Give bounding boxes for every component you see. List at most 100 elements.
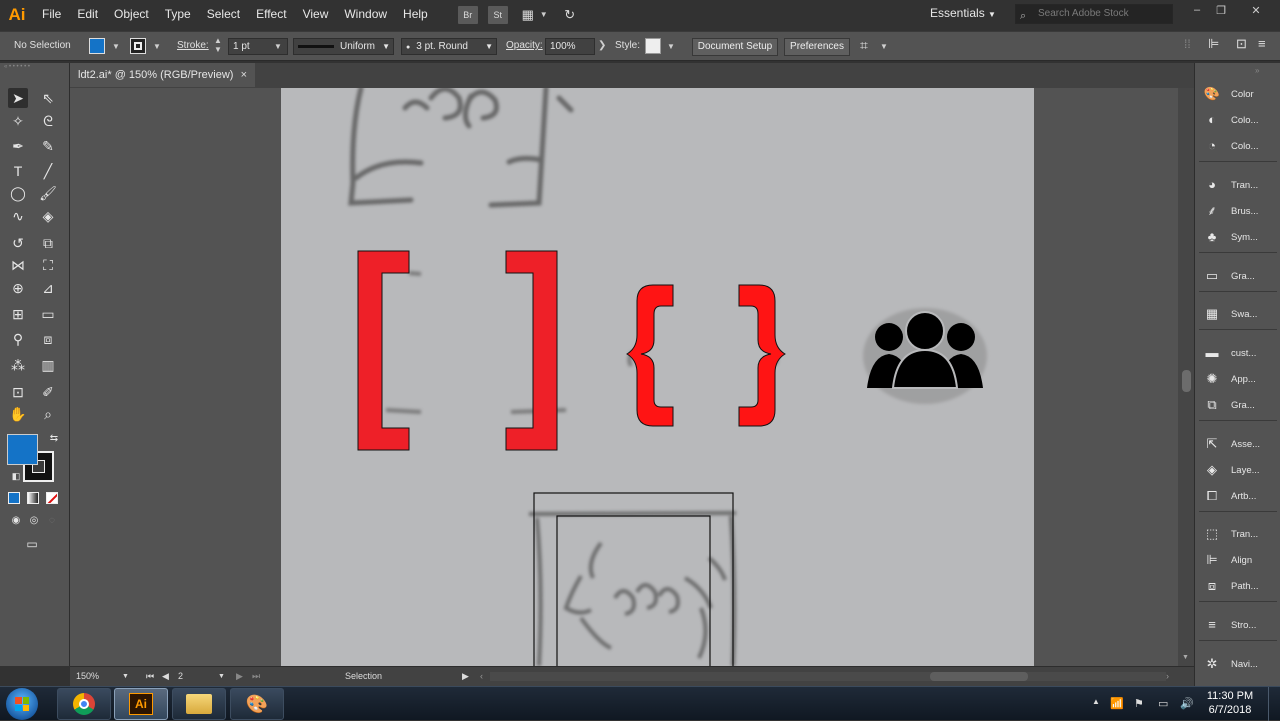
brush-definition[interactable]: ● 3 pt. Round ▼ bbox=[401, 38, 497, 55]
scrollbar-thumb[interactable] bbox=[1182, 370, 1191, 392]
dock-pathfinder[interactable]: ⧈ Path... bbox=[1203, 575, 1280, 597]
show-hidden-icons[interactable]: ▲ bbox=[1092, 697, 1100, 706]
eraser-tool-icon[interactable]: ◈ bbox=[38, 206, 58, 226]
color-mode-button[interactable] bbox=[8, 492, 20, 504]
dock-transparency[interactable]: ◕ Tran... bbox=[1203, 174, 1280, 196]
width-tool-icon[interactable]: ⋈ bbox=[8, 255, 28, 275]
horizontal-scrollbar-thumb[interactable] bbox=[930, 672, 1028, 681]
arrange-documents-icon[interactable]: ▦ bbox=[518, 6, 538, 24]
dock-color[interactable]: 🎨 Color bbox=[1203, 83, 1280, 105]
dock-align[interactable]: ⊫ Align bbox=[1203, 549, 1280, 571]
opacity-field[interactable]: 100% bbox=[545, 38, 595, 55]
panel-menu-icon[interactable]: ≡ bbox=[1258, 36, 1266, 51]
previous-artboard-icon[interactable]: ◀ bbox=[162, 671, 169, 682]
system-clock[interactable]: 11:30 PM 6/7/2018 bbox=[1200, 689, 1260, 717]
stroke-stepper-icon[interactable]: ▲ ▼ bbox=[214, 36, 222, 54]
panel-grip[interactable]: « • • • • • • bbox=[4, 64, 64, 70]
shaper-tool-icon[interactable]: ∿ bbox=[8, 206, 28, 226]
menu-effect[interactable]: Effect bbox=[248, 0, 294, 29]
dock-navigator[interactable]: ✲ Navi... bbox=[1203, 653, 1280, 675]
free-transform-tool-icon[interactable]: ⛶ bbox=[38, 255, 58, 275]
artboard[interactable] bbox=[281, 88, 1034, 666]
paint-taskbar-button[interactable]: 🎨 bbox=[230, 688, 284, 720]
rotate-tool-icon[interactable]: ↺ bbox=[8, 233, 28, 253]
network-icon[interactable]: 📶 bbox=[1110, 697, 1124, 710]
dock-layers[interactable]: ◈ Laye... bbox=[1203, 459, 1280, 481]
pen-tool-icon[interactable]: ✒ bbox=[8, 136, 28, 156]
opacity-label[interactable]: Opacity: bbox=[506, 40, 543, 51]
symbol-sprayer-tool-icon[interactable]: ⁂ bbox=[8, 355, 28, 375]
selection-tool-icon[interactable]: ➤ bbox=[8, 88, 28, 108]
explorer-taskbar-button[interactable] bbox=[172, 688, 226, 720]
stroke-dropdown-icon[interactable]: ▼ bbox=[153, 42, 161, 51]
default-fill-stroke-icon[interactable]: ◧ bbox=[6, 466, 26, 486]
workspace-switcher[interactable]: Essentials ▼ bbox=[930, 6, 996, 20]
arrange-icon[interactable]: ⌗ bbox=[860, 37, 868, 54]
collapse-dock-icon[interactable]: » bbox=[1255, 66, 1259, 75]
horizontal-scrollbar[interactable] bbox=[490, 672, 1166, 681]
battery-icon[interactable]: ▭ bbox=[1158, 697, 1168, 710]
fill-color-box[interactable] bbox=[7, 434, 38, 465]
dock-appearance[interactable]: ✺ App... bbox=[1203, 368, 1280, 390]
dock-color-themes[interactable]: ◔ Colo... bbox=[1203, 135, 1280, 157]
draw-normal-icon[interactable]: ◉ bbox=[6, 511, 26, 531]
dock-asset-export[interactable]: ⇱ Asse... bbox=[1203, 433, 1280, 455]
zoom-level[interactable]: 150% bbox=[76, 671, 99, 681]
last-artboard-icon[interactable]: ⏭ bbox=[252, 671, 260, 682]
style-swatch[interactable] bbox=[645, 38, 661, 54]
blend-tool-icon[interactable]: ⧈ bbox=[38, 329, 58, 349]
type-tool-icon[interactable]: T bbox=[8, 161, 28, 181]
next-artboard-icon[interactable]: ▶ bbox=[236, 671, 243, 682]
volume-icon[interactable]: 🔊 bbox=[1180, 697, 1194, 710]
menu-object[interactable]: Object bbox=[106, 0, 157, 29]
fill-swatch[interactable] bbox=[89, 38, 105, 54]
scale-tool-icon[interactable]: ⧉ bbox=[38, 233, 58, 253]
shape-builder-tool-icon[interactable]: ⊕ bbox=[8, 278, 28, 298]
action-center-icon[interactable]: ⚑ bbox=[1134, 697, 1144, 710]
chevron-down-icon[interactable]: ▼ bbox=[540, 10, 548, 19]
status-menu-arrow-icon[interactable]: ▶ bbox=[462, 671, 469, 682]
perspective-grid-tool-icon[interactable]: ⊿ bbox=[38, 278, 58, 298]
menu-view[interactable]: View bbox=[295, 0, 337, 29]
dock-symbols[interactable]: ♣ Sym... bbox=[1203, 226, 1280, 248]
dock-graphic-styles[interactable]: ⧉ Gra... bbox=[1203, 394, 1280, 416]
menu-select[interactable]: Select bbox=[199, 0, 248, 29]
scroll-left-icon[interactable]: ‹ bbox=[480, 671, 483, 681]
paintbrush-tool-icon[interactable]: 🖌 bbox=[38, 183, 58, 203]
align-panel-icon[interactable]: ⊫ bbox=[1208, 36, 1219, 52]
start-button[interactable] bbox=[6, 688, 38, 720]
artboard-dropdown-icon[interactable]: ▼ bbox=[218, 673, 225, 680]
menu-help[interactable]: Help bbox=[395, 0, 436, 29]
zoom-dropdown-icon[interactable]: ▼ bbox=[122, 673, 129, 680]
gradient-mode-button[interactable] bbox=[27, 492, 39, 504]
gpu-performance-icon[interactable]: ↻ bbox=[560, 6, 580, 24]
menu-edit[interactable]: Edit bbox=[69, 0, 106, 29]
ellipse-tool-icon[interactable]: ◯ bbox=[8, 183, 28, 203]
curvature-tool-icon[interactable]: ✎ bbox=[38, 136, 58, 156]
swap-fill-stroke-icon[interactable]: ⇆ bbox=[44, 429, 64, 449]
stock-button[interactable]: St bbox=[487, 5, 508, 24]
dock-gradient[interactable]: ▭ Gra... bbox=[1203, 265, 1280, 287]
lasso-tool-icon[interactable]: ᘓ bbox=[38, 111, 58, 131]
dock-transform[interactable]: ⬚ Tran... bbox=[1203, 523, 1280, 545]
none-mode-button[interactable] bbox=[46, 492, 58, 504]
document-tab[interactable]: ldt2.ai* @ 150% (RGB/Preview) × bbox=[70, 63, 255, 87]
dock-brushes[interactable]: ⸙ Brus... bbox=[1203, 200, 1280, 222]
mesh-tool-icon[interactable]: ⊞ bbox=[8, 304, 28, 324]
chevron-down-icon[interactable]: ▼ bbox=[880, 42, 888, 51]
illustrator-taskbar-button[interactable]: Ai bbox=[114, 688, 168, 720]
line-segment-tool-icon[interactable]: ╱ bbox=[38, 161, 58, 181]
stroke-swatch[interactable] bbox=[130, 38, 146, 54]
scroll-down-icon[interactable]: ▼ bbox=[1182, 654, 1189, 661]
draw-behind-icon[interactable]: ◎ bbox=[24, 511, 44, 531]
scroll-right-icon[interactable]: › bbox=[1166, 671, 1169, 681]
screen-mode-icon[interactable]: ▭ bbox=[22, 534, 42, 554]
dock-stroke[interactable]: ≡ Stro... bbox=[1203, 614, 1280, 636]
first-artboard-icon[interactable]: ⏮ bbox=[146, 671, 154, 682]
close-tab-icon[interactable]: × bbox=[241, 63, 247, 87]
magic-wand-tool-icon[interactable]: ✧ bbox=[8, 111, 28, 131]
preferences-button[interactable]: Preferences bbox=[784, 38, 850, 56]
menu-type[interactable]: Type bbox=[157, 0, 199, 29]
dock-custom-library[interactable]: ▬ cust... bbox=[1203, 342, 1280, 364]
document-setup-button[interactable]: Document Setup bbox=[692, 38, 778, 56]
